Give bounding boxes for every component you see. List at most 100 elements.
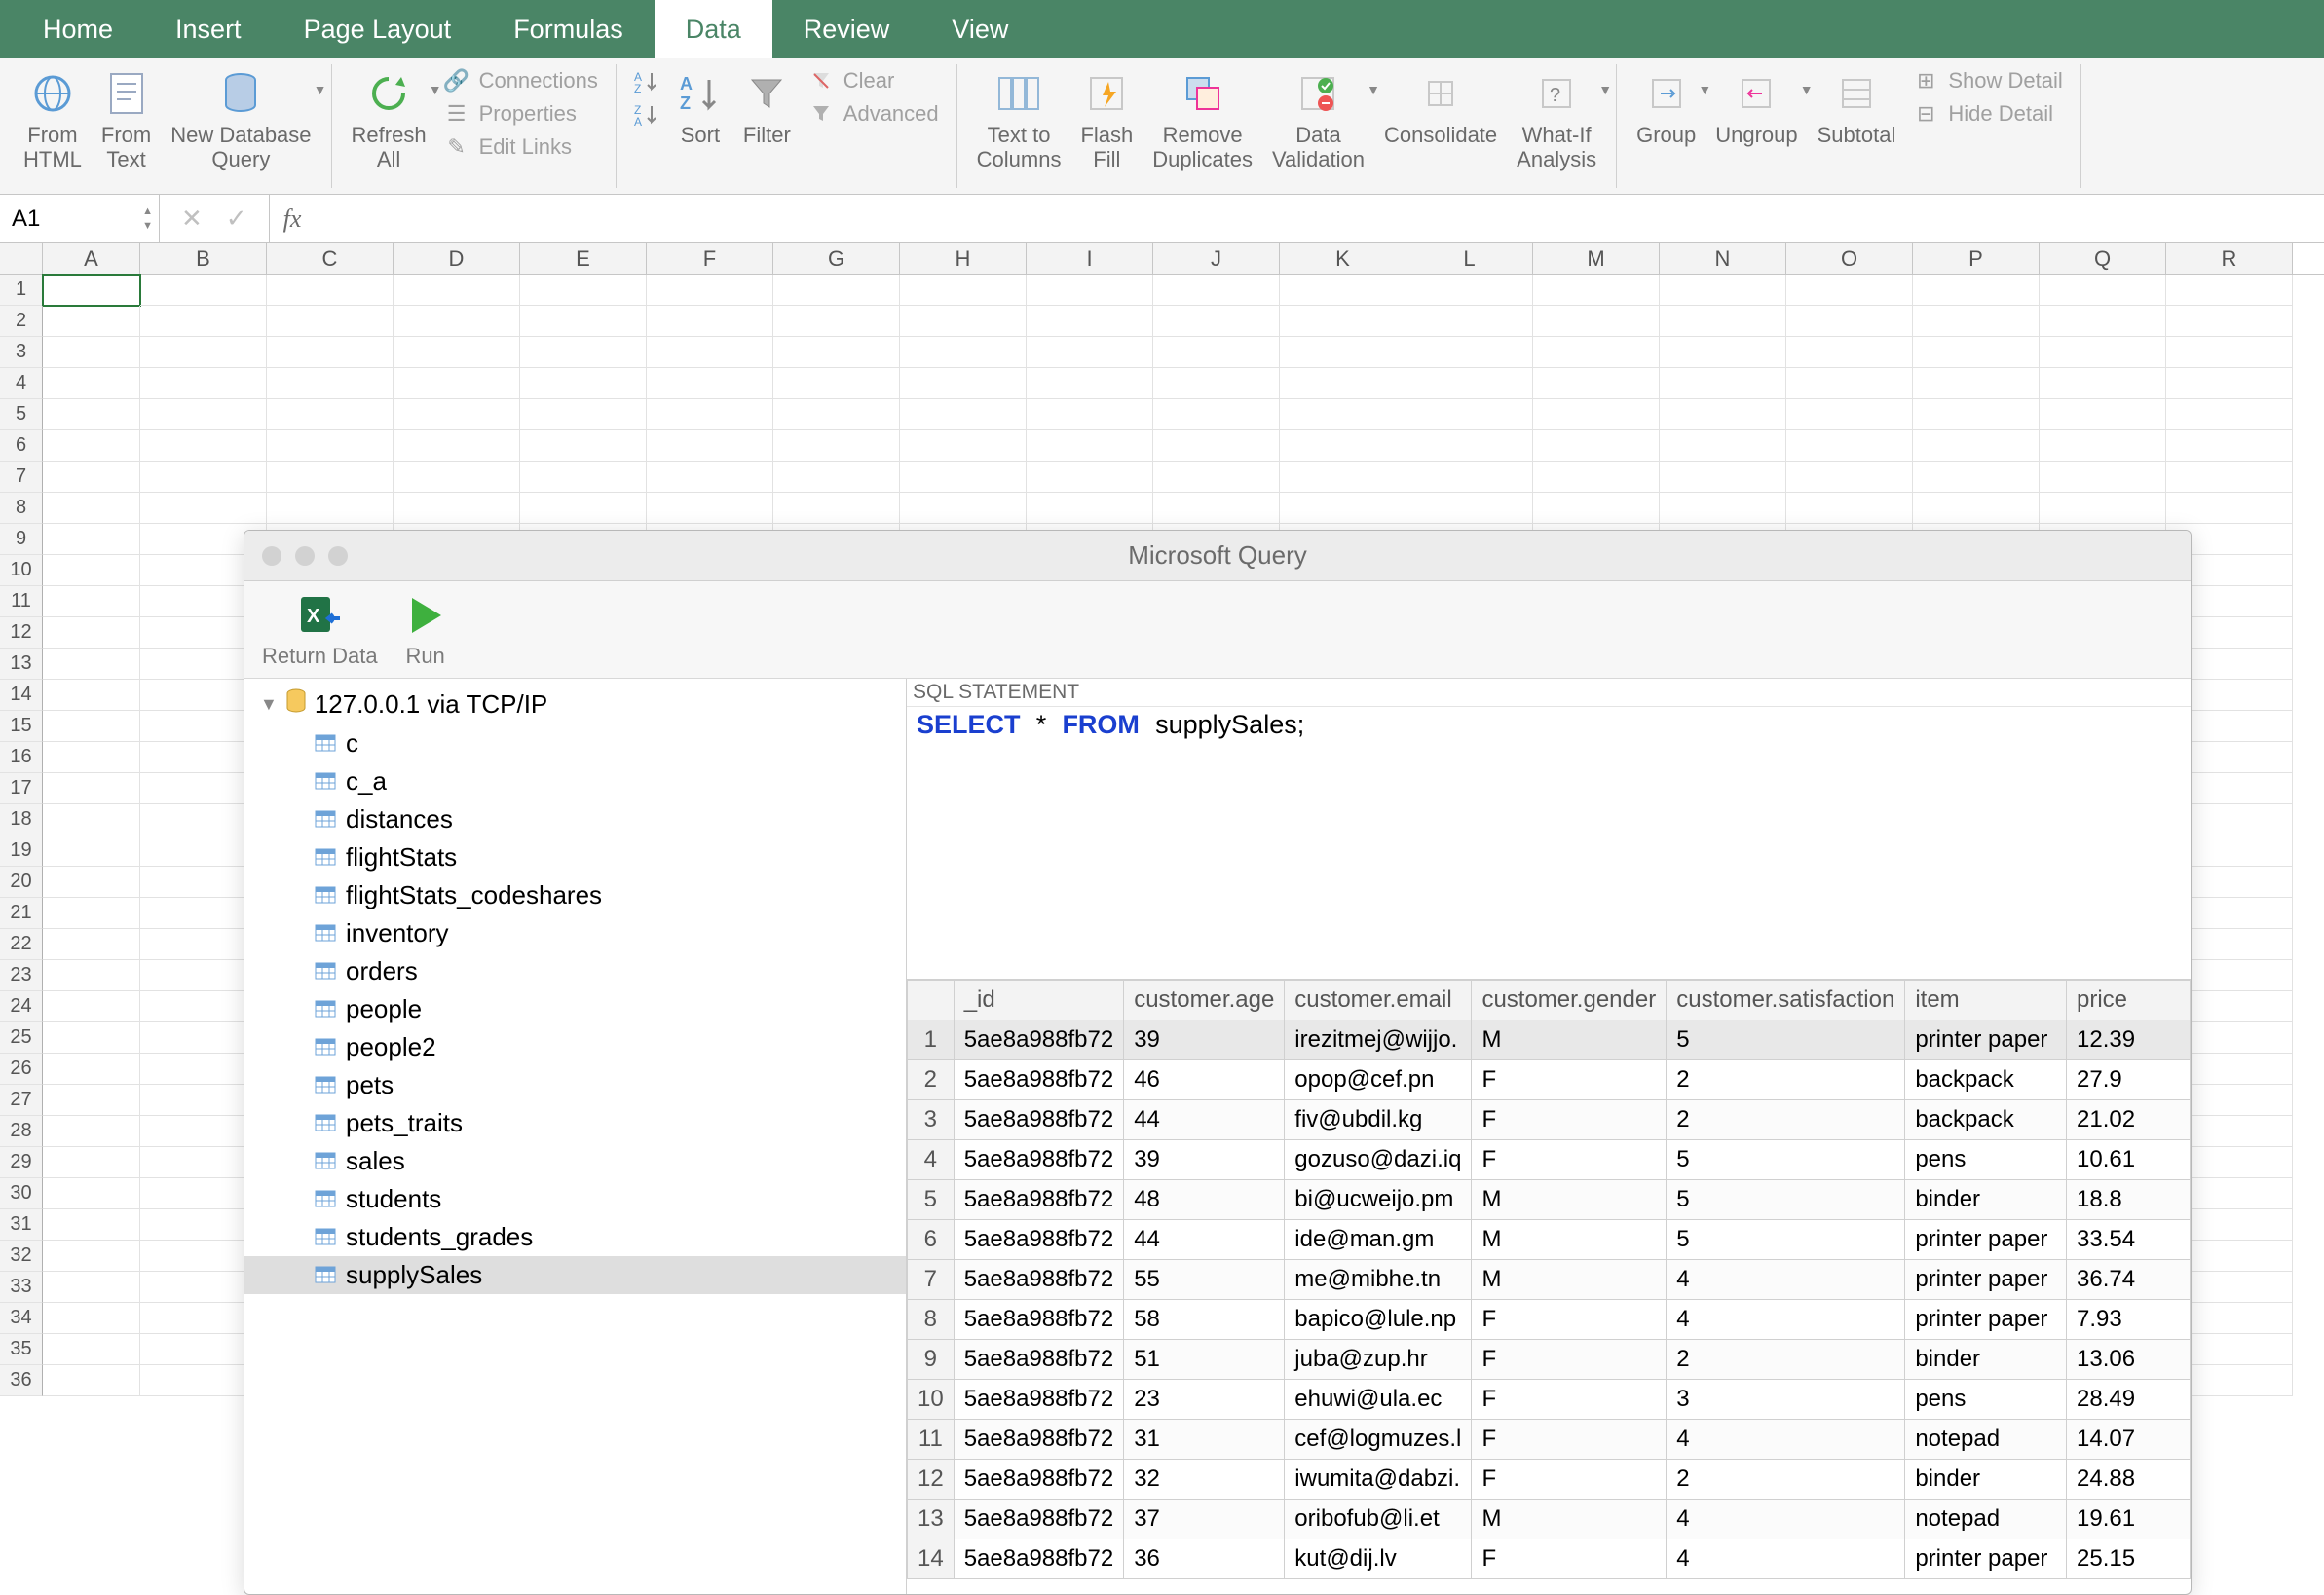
cell[interactable] bbox=[43, 1022, 140, 1054]
cell[interactable] bbox=[647, 275, 773, 306]
cell[interactable] bbox=[900, 337, 1027, 368]
result-cell[interactable]: 4 bbox=[1667, 1500, 1905, 1539]
cell[interactable] bbox=[520, 368, 647, 399]
result-cell[interactable]: 12.39 bbox=[2067, 1020, 2191, 1060]
tree-table-item[interactable]: flightStats bbox=[244, 838, 906, 876]
result-cell[interactable]: backpack bbox=[1905, 1060, 2067, 1100]
tree-table-item[interactable]: c bbox=[244, 724, 906, 762]
namebox-spinners[interactable]: ▲▼ bbox=[142, 206, 153, 232]
cell[interactable] bbox=[2040, 275, 2166, 306]
result-cell[interactable]: 5 bbox=[1667, 1140, 1905, 1180]
tree-table-item[interactable]: inventory bbox=[244, 914, 906, 952]
row-header[interactable]: 30 bbox=[0, 1178, 43, 1209]
cell[interactable] bbox=[1406, 493, 1533, 524]
result-cell[interactable]: 39 bbox=[1124, 1020, 1285, 1060]
tree-table-item[interactable]: flightStats_codeshares bbox=[244, 876, 906, 914]
cell[interactable] bbox=[1027, 493, 1153, 524]
row-header[interactable]: 6 bbox=[0, 430, 43, 462]
tree-table-item[interactable]: c_a bbox=[244, 762, 906, 800]
cell[interactable] bbox=[1533, 493, 1660, 524]
chevron-down-icon[interactable]: ▼ bbox=[260, 694, 278, 715]
result-cell[interactable]: F bbox=[1472, 1060, 1667, 1100]
cell[interactable] bbox=[43, 991, 140, 1022]
row-header[interactable]: 1 bbox=[0, 275, 43, 306]
ribbon-tab-review[interactable]: Review bbox=[772, 0, 921, 58]
cell[interactable] bbox=[267, 337, 394, 368]
result-cell[interactable]: fiv@ubdil.kg bbox=[1285, 1100, 1472, 1140]
cell[interactable] bbox=[1153, 493, 1280, 524]
result-cell[interactable]: 14.07 bbox=[2067, 1420, 2191, 1460]
result-cell[interactable]: 24.88 bbox=[2067, 1460, 2191, 1500]
result-cell[interactable]: 2 bbox=[1667, 1060, 1905, 1100]
cell[interactable] bbox=[773, 493, 900, 524]
result-row[interactable]: 55ae8a988fb7248bi@ucweijo.pmM5binder18.8 bbox=[908, 1180, 2191, 1220]
result-cell[interactable]: printer paper bbox=[1905, 1220, 2067, 1260]
row-header[interactable]: 24 bbox=[0, 991, 43, 1022]
cell[interactable] bbox=[900, 430, 1027, 462]
result-cell[interactable]: me@mibhe.tn bbox=[1285, 1260, 1472, 1300]
result-cell[interactable]: binder bbox=[1905, 1340, 2067, 1380]
cell[interactable] bbox=[773, 306, 900, 337]
chevron-down-icon[interactable]: ▼ bbox=[314, 82, 327, 97]
cell[interactable] bbox=[43, 804, 140, 835]
connections-button[interactable]: 🔗Connections bbox=[444, 68, 598, 93]
data-validation-button[interactable]: ▼Data Validation bbox=[1262, 64, 1374, 178]
row-header[interactable]: 13 bbox=[0, 649, 43, 680]
ribbon-tab-home[interactable]: Home bbox=[12, 0, 144, 58]
cell[interactable] bbox=[2166, 493, 2293, 524]
result-column-header[interactable]: item bbox=[1905, 981, 2067, 1020]
result-cell[interactable]: 36.74 bbox=[2067, 1260, 2191, 1300]
cell[interactable] bbox=[140, 275, 267, 306]
result-cell[interactable]: opop@cef.pn bbox=[1285, 1060, 1472, 1100]
cell[interactable] bbox=[2040, 430, 2166, 462]
result-cell[interactable]: F bbox=[1472, 1420, 1667, 1460]
tree-table-item[interactable]: students bbox=[244, 1180, 906, 1218]
cell[interactable] bbox=[1786, 430, 1913, 462]
result-row[interactable]: 105ae8a988fb7223ehuwi@ula.ecF3pens28.49 bbox=[908, 1380, 2191, 1420]
cell[interactable] bbox=[2040, 462, 2166, 493]
cell[interactable] bbox=[394, 368, 520, 399]
row-header[interactable]: 5 bbox=[0, 399, 43, 430]
cell[interactable] bbox=[43, 617, 140, 649]
cell[interactable] bbox=[1913, 275, 2040, 306]
result-row[interactable]: 135ae8a988fb7237oribofub@li.etM4notepad1… bbox=[908, 1500, 2191, 1539]
result-row[interactable]: 145ae8a988fb7236kut@dij.lvF4printer pape… bbox=[908, 1539, 2191, 1579]
from-text-button[interactable]: From Text bbox=[92, 64, 161, 178]
cell[interactable] bbox=[1153, 306, 1280, 337]
cell[interactable] bbox=[1280, 306, 1406, 337]
refresh-all-button[interactable]: ▼ Refresh All bbox=[342, 64, 436, 178]
result-cell[interactable]: 5ae8a988fb72 bbox=[954, 1260, 1124, 1300]
result-cell[interactable]: printer paper bbox=[1905, 1260, 2067, 1300]
result-cell[interactable]: 5ae8a988fb72 bbox=[954, 1180, 1124, 1220]
result-cell[interactable]: irezitmej@wijjo. bbox=[1285, 1020, 1472, 1060]
result-row[interactable]: 95ae8a988fb7251juba@zup.hrF2binder13.06 bbox=[908, 1340, 2191, 1380]
column-header[interactable]: C bbox=[267, 243, 394, 274]
result-cell[interactable]: 2 bbox=[1667, 1340, 1905, 1380]
cell[interactable] bbox=[43, 1085, 140, 1116]
results-grid[interactable]: _idcustomer.agecustomer.emailcustomer.ge… bbox=[907, 980, 2191, 1594]
fx-label[interactable]: fx bbox=[270, 195, 316, 242]
cell[interactable] bbox=[1406, 368, 1533, 399]
cell[interactable] bbox=[647, 368, 773, 399]
result-cell[interactable]: 48 bbox=[1124, 1180, 1285, 1220]
result-cell[interactable]: cef@logmuzes.l bbox=[1285, 1420, 1472, 1460]
cell[interactable] bbox=[1913, 337, 2040, 368]
row-header[interactable]: 4 bbox=[0, 368, 43, 399]
result-cell[interactable]: 5ae8a988fb72 bbox=[954, 1100, 1124, 1140]
cell[interactable] bbox=[140, 306, 267, 337]
row-header[interactable]: 8 bbox=[0, 493, 43, 524]
result-cell[interactable]: notepad bbox=[1905, 1500, 2067, 1539]
result-cell[interactable]: 44 bbox=[1124, 1100, 1285, 1140]
cell[interactable] bbox=[647, 493, 773, 524]
cell[interactable] bbox=[394, 306, 520, 337]
cell[interactable] bbox=[1533, 462, 1660, 493]
result-cell[interactable]: 46 bbox=[1124, 1060, 1285, 1100]
properties-button[interactable]: ☰Properties bbox=[444, 101, 598, 127]
cell[interactable] bbox=[43, 462, 140, 493]
cell[interactable] bbox=[267, 399, 394, 430]
result-column-header[interactable]: customer.age bbox=[1124, 981, 1285, 1020]
cell[interactable] bbox=[2166, 399, 2293, 430]
result-cell[interactable]: 7.93 bbox=[2067, 1300, 2191, 1340]
result-row[interactable]: 35ae8a988fb7244fiv@ubdil.kgF2backpack21.… bbox=[908, 1100, 2191, 1140]
cell[interactable] bbox=[43, 524, 140, 555]
